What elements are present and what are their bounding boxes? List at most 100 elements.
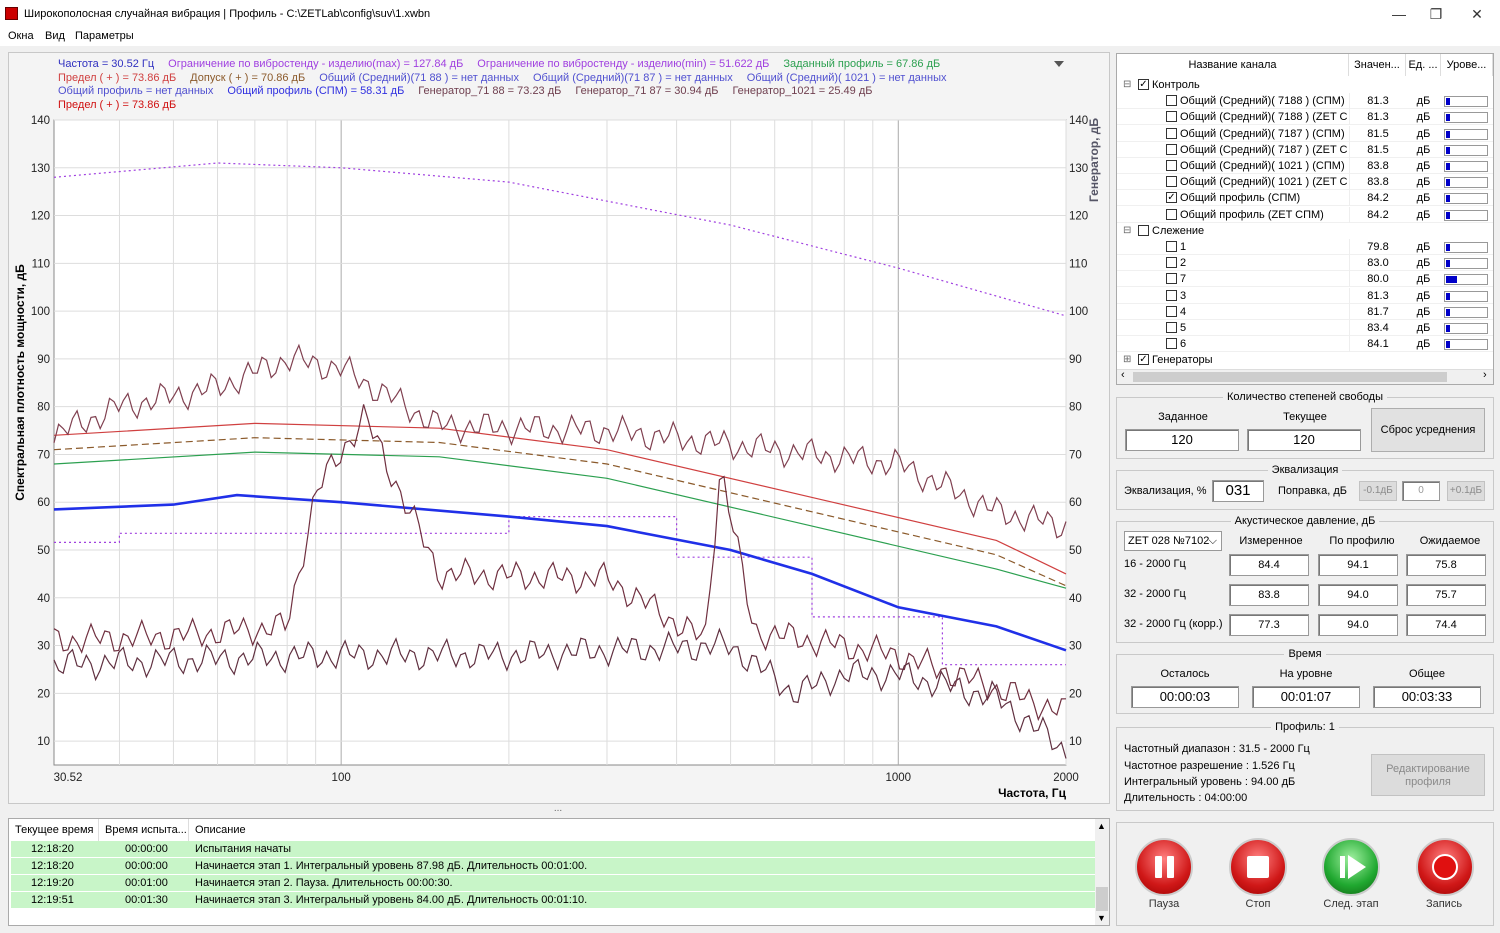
tree-row[interactable]: Общий (Средний)( 7188 ) (СПМ) 81.3 дБ — [1117, 93, 1493, 110]
tree-row[interactable]: 4 81.7 дБ — [1117, 303, 1493, 320]
reset-averaging-button[interactable]: Сброс усреднения — [1371, 408, 1485, 452]
log-description: Начинается этап 3. Интегральный уровень … — [195, 894, 588, 906]
scroll-left-icon[interactable]: ‹ — [1121, 369, 1125, 381]
channel-tree[interactable]: Название канала Значен... Ед. ... Урове.… — [1116, 53, 1494, 385]
tree-checkbox[interactable]: ✓ — [1138, 79, 1149, 90]
scroll-right-icon[interactable]: › — [1483, 369, 1487, 381]
tree-row[interactable]: 7 80.0 дБ — [1117, 271, 1493, 288]
tree-row[interactable]: ⊞ ✓ Генераторы — [1117, 352, 1493, 368]
psd-chart[interactable]: 10 10 20 20 30 30 40 40 50 50 60 60 70 70 80 80 90 90 100 1… — [0, 0, 1110, 806]
level-bar — [1444, 323, 1488, 334]
tree-row-name: Слежение — [1152, 224, 1205, 237]
stop-button[interactable] — [1229, 838, 1287, 896]
close-button[interactable]: ✕ — [1454, 0, 1500, 28]
tree-checkbox[interactable] — [1138, 224, 1149, 236]
device-select[interactable]: ZET 028 №7102 ⌵ — [1124, 531, 1222, 551]
col-unit[interactable]: Ед. ... — [1406, 54, 1441, 76]
tree-checkbox[interactable] — [1166, 176, 1177, 188]
log-row[interactable]: 12:18:20 00:00:00 Начинается этап 1. Инт… — [11, 858, 1095, 874]
y-tick-label: 20 — [37, 688, 50, 700]
tree-hscroll-thumb[interactable] — [1133, 372, 1447, 382]
scroll-up-icon[interactable]: ▲ — [1097, 821, 1106, 831]
col-current-time[interactable]: Текущее время — [9, 819, 99, 841]
col-value[interactable]: Значен... — [1349, 54, 1406, 76]
tree-checkbox[interactable] — [1166, 160, 1177, 171]
correction-field[interactable]: 0 — [1402, 481, 1440, 501]
tree-checkbox[interactable] — [1166, 95, 1177, 107]
tree-checkbox[interactable] — [1166, 322, 1177, 333]
log-row[interactable]: 12:18:20 00:00:00 Испытания начаты — [11, 841, 1095, 857]
tree-checkbox[interactable] — [1166, 241, 1177, 252]
y2-tick-label: 80 — [1069, 402, 1082, 414]
tree-row-value: 81.5 — [1349, 141, 1406, 158]
tree-row[interactable]: 2 83.0 дБ — [1117, 255, 1493, 272]
log-time: 12:19:20 — [31, 877, 74, 889]
tree-row[interactable]: ⊟ ✓ Контроль — [1117, 77, 1493, 93]
dof-current-field: 120 — [1247, 429, 1361, 451]
y-tick-label: 80 — [37, 402, 50, 414]
next-stage-button[interactable] — [1322, 838, 1380, 896]
tree-checkbox[interactable] — [1166, 289, 1177, 301]
tree-row[interactable]: 6 84.1 дБ — [1117, 336, 1493, 353]
col-level[interactable]: Урове... — [1441, 54, 1493, 76]
pause-button[interactable] — [1135, 838, 1193, 896]
tree-checkbox[interactable] — [1166, 338, 1177, 350]
edit-profile-button[interactable]: Редактирование профиля — [1371, 754, 1485, 796]
tree-row[interactable]: 5 83.4 дБ — [1117, 320, 1493, 336]
restore-button[interactable]: ❐ — [1413, 0, 1459, 28]
tree-row[interactable]: Общий (Средний)( 1021 ) (СПМ) 83.8 дБ — [1117, 158, 1493, 174]
y2-tick-label: 130 — [1069, 163, 1088, 175]
log-vscroll-thumb[interactable] — [1096, 887, 1108, 911]
col-test-time[interactable]: Время испыта... — [99, 819, 189, 841]
log-row[interactable]: 12:19:20 00:01:00 Начинается этап 2. Пау… — [11, 875, 1095, 891]
equalization-field[interactable]: 031 — [1212, 480, 1264, 502]
scroll-down-icon[interactable]: ▼ — [1097, 913, 1106, 923]
record-button[interactable] — [1416, 838, 1474, 896]
tree-row[interactable]: Общий (Средний)( 1021 ) (ZET СП... 83.8 дБ — [1117, 174, 1493, 191]
col-channel-name[interactable]: Название канала — [1117, 54, 1349, 76]
col-description[interactable]: Описание — [189, 819, 1095, 841]
y2-tick-label: 40 — [1069, 593, 1082, 605]
tree-checkbox[interactable] — [1166, 305, 1177, 317]
col-expected: Ожидаемое — [1419, 535, 1481, 547]
tree-checkbox[interactable] — [1166, 208, 1177, 220]
tree-row[interactable]: Общий профиль (ZET СПМ) 84.2 дБ — [1117, 206, 1493, 223]
tree-row[interactable]: Общий (Средний)( 7188 ) (ZET СП... 81.3 дБ — [1117, 109, 1493, 126]
tree-checkbox[interactable] — [1166, 127, 1177, 139]
tree-row-name: 5 — [1180, 322, 1187, 334]
tree-checkbox[interactable] — [1166, 143, 1177, 155]
acoustic-expected: 75.7 — [1406, 584, 1486, 606]
acoustic-profile: 94.0 — [1318, 584, 1398, 606]
acoustic-row-label: 16 - 2000 Гц — [1124, 558, 1186, 570]
tree-row[interactable]: Общий (Средний)( 7187 ) (СПМ) 81.5 дБ — [1117, 125, 1493, 142]
log-row[interactable]: 12:19:51 00:01:30 Начинается этап 3. Инт… — [11, 892, 1095, 908]
profile-duration: Длительность : 04:00:00 — [1124, 792, 1248, 804]
y2-tick-label: 70 — [1069, 449, 1082, 461]
event-log[interactable]: Текущее время Время испыта... Описание 1… — [8, 818, 1110, 926]
tree-expander-icon[interactable]: ⊟ — [1123, 223, 1131, 239]
y-tick-label: 120 — [31, 211, 50, 223]
splitter-grip[interactable]: ... — [548, 803, 568, 814]
minus-correction-button[interactable]: -0.1дБ — [1359, 481, 1397, 501]
tree-row[interactable]: ⊟ Слежение — [1117, 223, 1493, 239]
stop-icon — [1247, 856, 1269, 878]
tree-checkbox[interactable] — [1166, 111, 1177, 123]
tree-row[interactable]: Общий (Средний)( 7187 ) (ZET СП... 81.5 дБ — [1117, 141, 1493, 158]
tree-row[interactable]: ✓ Общий профиль (СПМ) 84.2 дБ — [1117, 190, 1493, 207]
dof-title: Количество степеней свободы — [1223, 391, 1387, 403]
level-bar — [1444, 193, 1488, 205]
acoustic-profile: 94.1 — [1318, 554, 1398, 576]
tree-expander-icon[interactable]: ⊞ — [1123, 352, 1131, 368]
tree-checkbox[interactable] — [1166, 257, 1177, 269]
tree-row-name: Общий (Средний)( 7188 ) (СПМ) — [1180, 95, 1345, 108]
tree-row[interactable]: 3 81.3 дБ — [1117, 287, 1493, 304]
tree-checkbox[interactable]: ✓ — [1166, 192, 1177, 204]
x-tick-label: 30.52 — [54, 772, 83, 784]
tree-expander-icon[interactable]: ⊟ — [1123, 77, 1131, 93]
tree-row[interactable]: 1 79.8 дБ — [1117, 239, 1493, 255]
plus-correction-button[interactable]: +0.1дБ — [1447, 481, 1485, 501]
tree-checkbox[interactable] — [1166, 273, 1177, 285]
dof-set-field[interactable]: 120 — [1125, 429, 1239, 451]
tree-checkbox[interactable]: ✓ — [1138, 354, 1149, 366]
y-tick-label: 70 — [37, 449, 50, 461]
